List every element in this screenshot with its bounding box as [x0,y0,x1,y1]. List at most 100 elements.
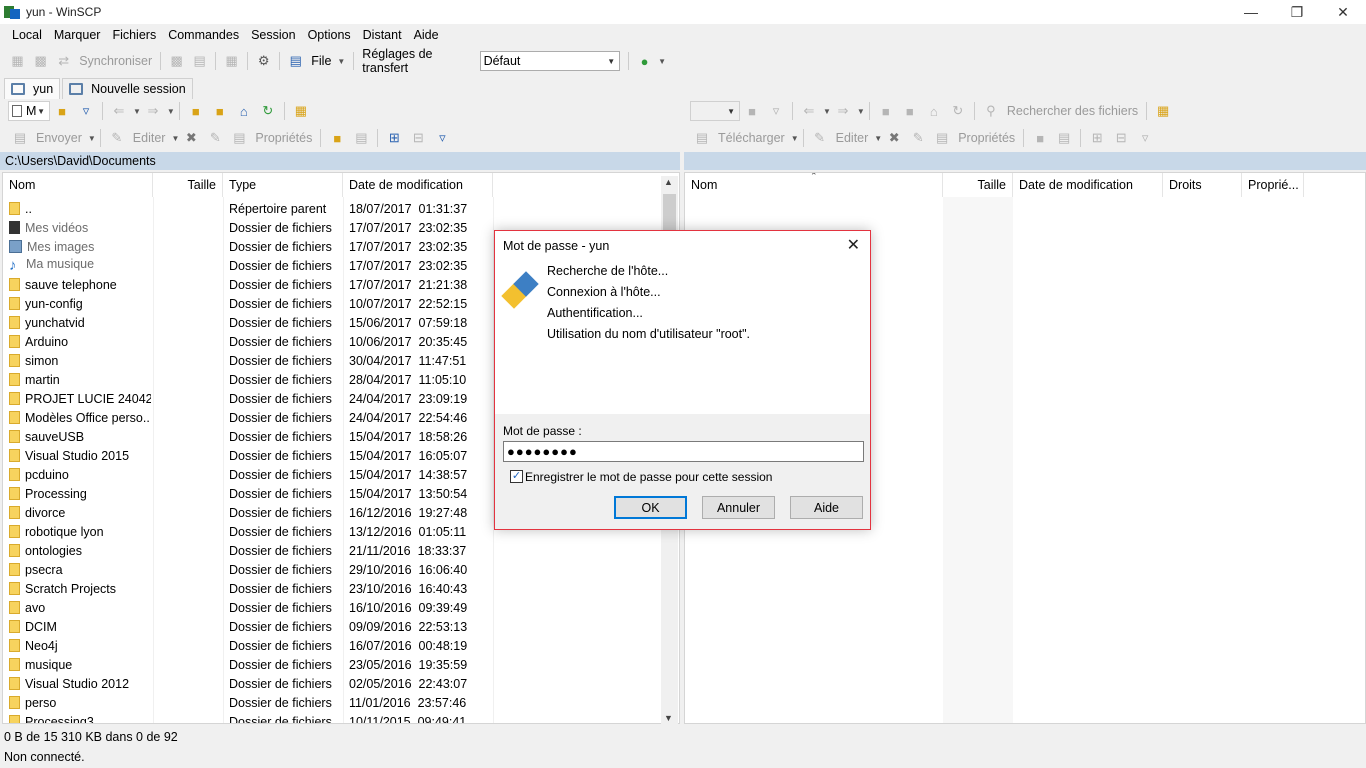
filter-icon[interactable]: ▿ [77,102,95,120]
table-row[interactable]: Neo4j Dossier de fichiers 16/07/2016 00:48… [3,636,493,655]
table-row[interactable]: Mes vidéos Dossier de fichiers 17/07/2017 … [3,218,493,237]
close-window-icon[interactable]: ✕ [1320,0,1366,24]
ok-button[interactable]: OK [614,496,687,519]
sync-icon[interactable]: ⇄ [55,52,72,70]
properties-button[interactable]: Propriétés [958,131,1015,145]
scroll-thumb[interactable] [663,194,676,234]
menu-marquer[interactable]: Marquer [48,24,107,46]
chevron-down-icon[interactable]: ▼ [133,107,141,116]
download-button[interactable]: Télécharger [718,131,785,145]
col-header-date[interactable]: Date de modification [1013,173,1163,197]
synchronize-button[interactable]: Synchroniser [79,54,152,68]
refresh-icon[interactable]: ↻ [949,102,967,120]
table-row[interactable]: psecra Dossier de fichiers 29/10/2016 16:0… [3,560,493,579]
edit-button[interactable]: Editer [836,131,869,145]
properties-icon[interactable]: ▤ [933,129,951,147]
parent-dir-icon[interactable]: ■ [877,102,895,120]
table-row[interactable]: musique Dossier de fichiers 23/05/2016 19:… [3,655,493,674]
menu-aide[interactable]: Aide [408,24,445,46]
col-header-size[interactable]: Taille [943,173,1013,197]
forward-arrow-icon[interactable]: ⇒ [144,102,162,120]
upload-icon[interactable]: ▤ [11,129,29,147]
table-row[interactable]: ♪ Ma musique Dossier de fichiers 17/07/2017… [3,256,493,275]
table-row[interactable]: PROJET LUCIE 240420... Dossier de fichier… [3,389,493,408]
new-file-icon[interactable]: ▤ [1055,129,1073,147]
select-all-icon[interactable]: ⊞ [385,129,403,147]
delete-icon[interactable]: ✖ [182,129,200,147]
table-row[interactable]: ontologies Dossier de fichiers 21/11/2016 … [3,541,493,560]
table-row[interactable]: Visual Studio 2012 Dossier de fichiers 02/… [3,674,493,693]
table-row[interactable]: sauveUSB Dossier de fichiers 15/04/2017 18… [3,427,493,446]
upload-button[interactable]: Envoyer [36,131,82,145]
edit-button[interactable]: Editer [133,131,166,145]
minimize-icon[interactable]: — [1228,0,1274,24]
open-folder-icon[interactable]: ■ [53,102,71,120]
table-row[interactable]: Processing3 Dossier de fichiers 10/11/2015… [3,712,493,723]
table-row[interactable]: simon Dossier de fichiers 30/04/2017 11:47… [3,351,493,370]
restore-icon[interactable]: ❐ [1274,0,1320,24]
properties-icon[interactable]: ▤ [230,129,248,147]
table-row[interactable]: Processing Dossier de fichiers 15/04/2017 … [3,484,493,503]
parent-dir-icon[interactable]: ■ [187,102,205,120]
back-arrow-icon[interactable]: ⇐ [110,102,128,120]
filter-icon[interactable]: ▿ [767,102,785,120]
compare-dirs-icon[interactable]: ▦ [9,52,26,70]
settings-gear-icon[interactable]: ⚙ [255,52,272,70]
root-dir-icon[interactable]: ■ [211,102,229,120]
table-row[interactable]: Visual Studio 2015 Dossier de fichiers 15/… [3,446,493,465]
delete-icon[interactable]: ✖ [885,129,903,147]
table-row[interactable]: perso Dossier de fichiers 11/01/2016 23:57… [3,693,493,712]
table-row[interactable]: sauve telephone Dossier de fichiers 17/07/… [3,275,493,294]
download-icon[interactable]: ▤ [693,129,711,147]
table-row[interactable]: divorce Dossier de fichiers 16/12/2016 19:… [3,503,493,522]
properties-button[interactable]: Propriétés [255,131,312,145]
file-queue-icon[interactable]: ▤ [287,52,304,70]
chevron-down-icon[interactable]: ▼ [658,57,666,66]
table-row[interactable]: pcduino Dossier de fichiers 15/04/2017 14:… [3,465,493,484]
globe-sync-icon[interactable]: ● [636,52,653,70]
chevron-down-icon[interactable]: ▼ [857,107,865,116]
cancel-button[interactable]: Annuler [702,496,775,519]
new-folder-icon[interactable]: ■ [1031,129,1049,147]
tab-yun[interactable]: yun [4,78,61,99]
col-header-rights[interactable]: Droits [1163,173,1242,197]
table-row[interactable]: Scratch Projects Dossier de fichiers 23/10… [3,579,493,598]
chevron-down-icon[interactable]: ▼ [171,134,179,143]
putty-icon[interactable]: ▤ [191,52,208,70]
table-row[interactable]: DCIM Dossier de fichiers 09/09/2016 22:53:… [3,617,493,636]
password-input[interactable]: ●●●●●●●● [503,441,864,462]
table-row[interactable]: .. Répertoire parent 18/07/2017 01:31:37 [3,199,493,218]
filter-select-icon[interactable]: ▿ [433,129,451,147]
tree-view-icon[interactable]: ▦ [292,102,310,120]
edit-icon[interactable]: ✎ [108,129,126,147]
rename-icon[interactable]: ✎ [909,129,927,147]
transfer-preset-select[interactable]: Défaut ▼ [479,51,621,71]
chevron-down-icon[interactable]: ▼ [874,134,882,143]
menu-commandes[interactable]: Commandes [162,24,245,46]
table-row[interactable]: avo Dossier de fichiers 16/10/2016 09:39:4… [3,598,493,617]
menu-local[interactable]: Local [6,24,48,46]
menu-distant[interactable]: Distant [357,24,408,46]
open-folder-icon[interactable]: ■ [743,102,761,120]
search-files-button[interactable]: Rechercher des fichiers [1007,104,1138,118]
help-button[interactable]: Aide [790,496,863,519]
chevron-down-icon[interactable]: ▼ [791,134,799,143]
remember-password-label[interactable]: Enregistrer le mot de passe pour cette s… [525,470,772,484]
chevron-down-icon[interactable]: ▼ [337,57,345,66]
local-drive-select[interactable]: M ▼ [8,101,50,121]
rename-icon[interactable]: ✎ [206,129,224,147]
col-header-type[interactable]: Type [223,173,343,197]
table-row[interactable]: Mes images Dossier de fichiers 17/07/2017 … [3,237,493,256]
table-row[interactable]: yun-config Dossier de fichiers 10/07/2017 … [3,294,493,313]
menu-fichiers[interactable]: Fichiers [106,24,162,46]
back-arrow-icon[interactable]: ⇐ [800,102,818,120]
deselect-icon[interactable]: ⊟ [409,129,427,147]
home-icon[interactable]: ⌂ [235,102,253,120]
close-icon[interactable]: ✕ [847,235,860,255]
file-queue-button[interactable]: File [311,54,331,68]
menu-session[interactable]: Session [245,24,301,46]
refresh-icon[interactable]: ↻ [259,102,277,120]
queue-icon[interactable]: ▦ [223,52,240,70]
remote-dir-select[interactable]: ▼ [690,101,740,121]
col-header-size[interactable]: Taille [153,173,223,197]
